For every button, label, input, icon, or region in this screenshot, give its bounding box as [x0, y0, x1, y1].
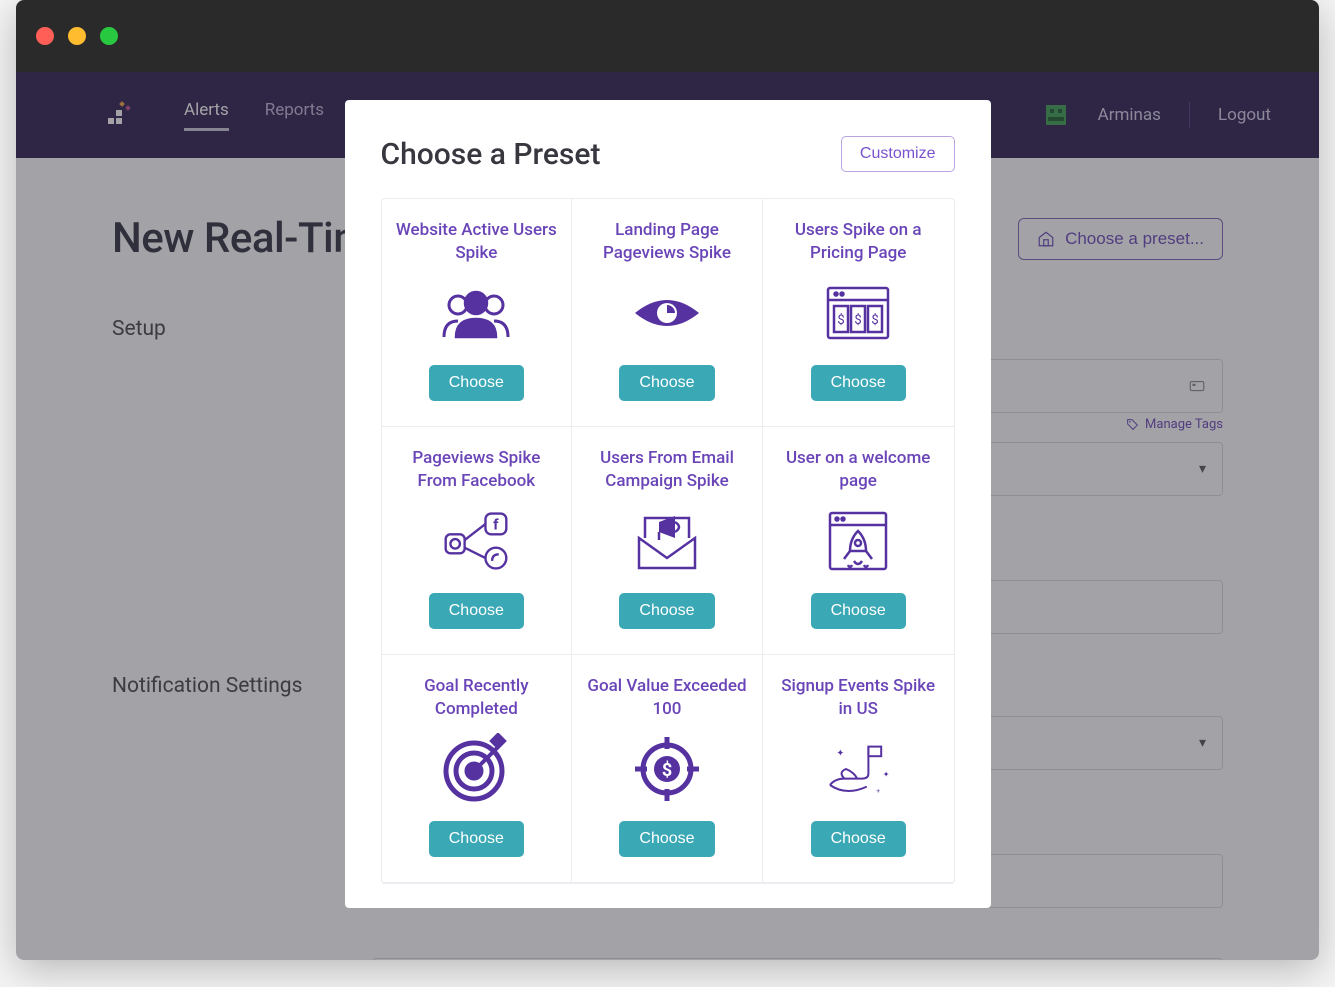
- preset-card: Pageviews Spike From Facebook f Choose: [382, 427, 573, 655]
- preset-card-title: Pageviews Spike From Facebook: [396, 447, 558, 493]
- modal-overlay[interactable]: Choose a Preset Customize Website Active…: [16, 72, 1319, 960]
- preset-card-title: Website Active Users Spike: [396, 219, 558, 265]
- mail-megaphone-icon: [629, 503, 705, 579]
- preset-card: Website Active Users Spike Choose: [382, 199, 573, 427]
- preset-card-title: Users Spike on a Pricing Page: [777, 219, 940, 265]
- modal-header: Choose a Preset Customize: [381, 136, 955, 172]
- svg-text:$: $: [855, 313, 862, 328]
- window-close-button[interactable]: [36, 27, 54, 45]
- preset-card: Users From Email Campaign Spike Choose: [572, 427, 763, 655]
- svg-text:✦: ✦: [883, 770, 890, 779]
- preset-card: Landing Page Pageviews Spike Choose: [572, 199, 763, 427]
- choose-button[interactable]: Choose: [619, 593, 714, 629]
- pricing-icon: $ $ $: [820, 275, 896, 351]
- preset-card: Users Spike on a Pricing Page $ $ $ Choose: [763, 199, 954, 427]
- svg-text:$: $: [872, 313, 879, 328]
- preset-card: User on a welcome page Choose: [763, 427, 954, 655]
- window-minimize-button[interactable]: [68, 27, 86, 45]
- preset-card: Goal Value Exceeded 100 $ Choose: [572, 655, 763, 883]
- choose-button[interactable]: Choose: [811, 821, 906, 857]
- preset-card-title: Signup Events Spike in US: [777, 675, 940, 721]
- preset-card-title: Landing Page Pageviews Spike: [586, 219, 748, 265]
- preset-card-title: Goal Recently Completed: [396, 675, 558, 721]
- choose-button[interactable]: Choose: [619, 821, 714, 857]
- modal-title: Choose a Preset: [381, 137, 601, 172]
- window-maximize-button[interactable]: [100, 27, 118, 45]
- svg-text:✦: ✦: [837, 748, 845, 759]
- choose-button[interactable]: Choose: [429, 365, 524, 401]
- choose-button[interactable]: Choose: [811, 593, 906, 629]
- rocket-icon: [820, 503, 896, 579]
- preset-card-title: Goal Value Exceeded 100: [586, 675, 748, 721]
- social-icon: f: [438, 503, 514, 579]
- choose-button[interactable]: Choose: [811, 365, 906, 401]
- customize-button[interactable]: Customize: [841, 136, 955, 172]
- traffic-lights: [36, 27, 118, 45]
- eye-icon: [629, 275, 705, 351]
- preset-card-title: Users From Email Campaign Spike: [586, 447, 748, 493]
- crosshair-dollar-icon: $: [629, 731, 705, 807]
- browser-window: Alerts Reports Arminas Logout New Real-T…: [16, 0, 1319, 960]
- preset-card-title: User on a welcome page: [777, 447, 940, 493]
- preset-card: Goal Recently Completed Choose: [382, 655, 573, 883]
- choose-button[interactable]: Choose: [619, 365, 714, 401]
- svg-text:$: $: [662, 760, 672, 781]
- svg-text:+: +: [877, 787, 881, 795]
- svg-text:$: $: [838, 313, 845, 328]
- svg-text:f: f: [494, 516, 500, 534]
- preset-modal: Choose a Preset Customize Website Active…: [345, 100, 991, 908]
- preset-card: Signup Events Spike in US✦✦+Choose: [763, 655, 954, 883]
- hand-flag-icon: ✦✦+: [820, 731, 896, 807]
- choose-button[interactable]: Choose: [429, 593, 524, 629]
- users-icon: [438, 275, 514, 351]
- window-titlebar: [16, 0, 1319, 72]
- preset-grid: Website Active Users SpikeChooseLanding …: [381, 198, 955, 884]
- choose-button[interactable]: Choose: [429, 821, 524, 857]
- target-icon: [438, 731, 514, 807]
